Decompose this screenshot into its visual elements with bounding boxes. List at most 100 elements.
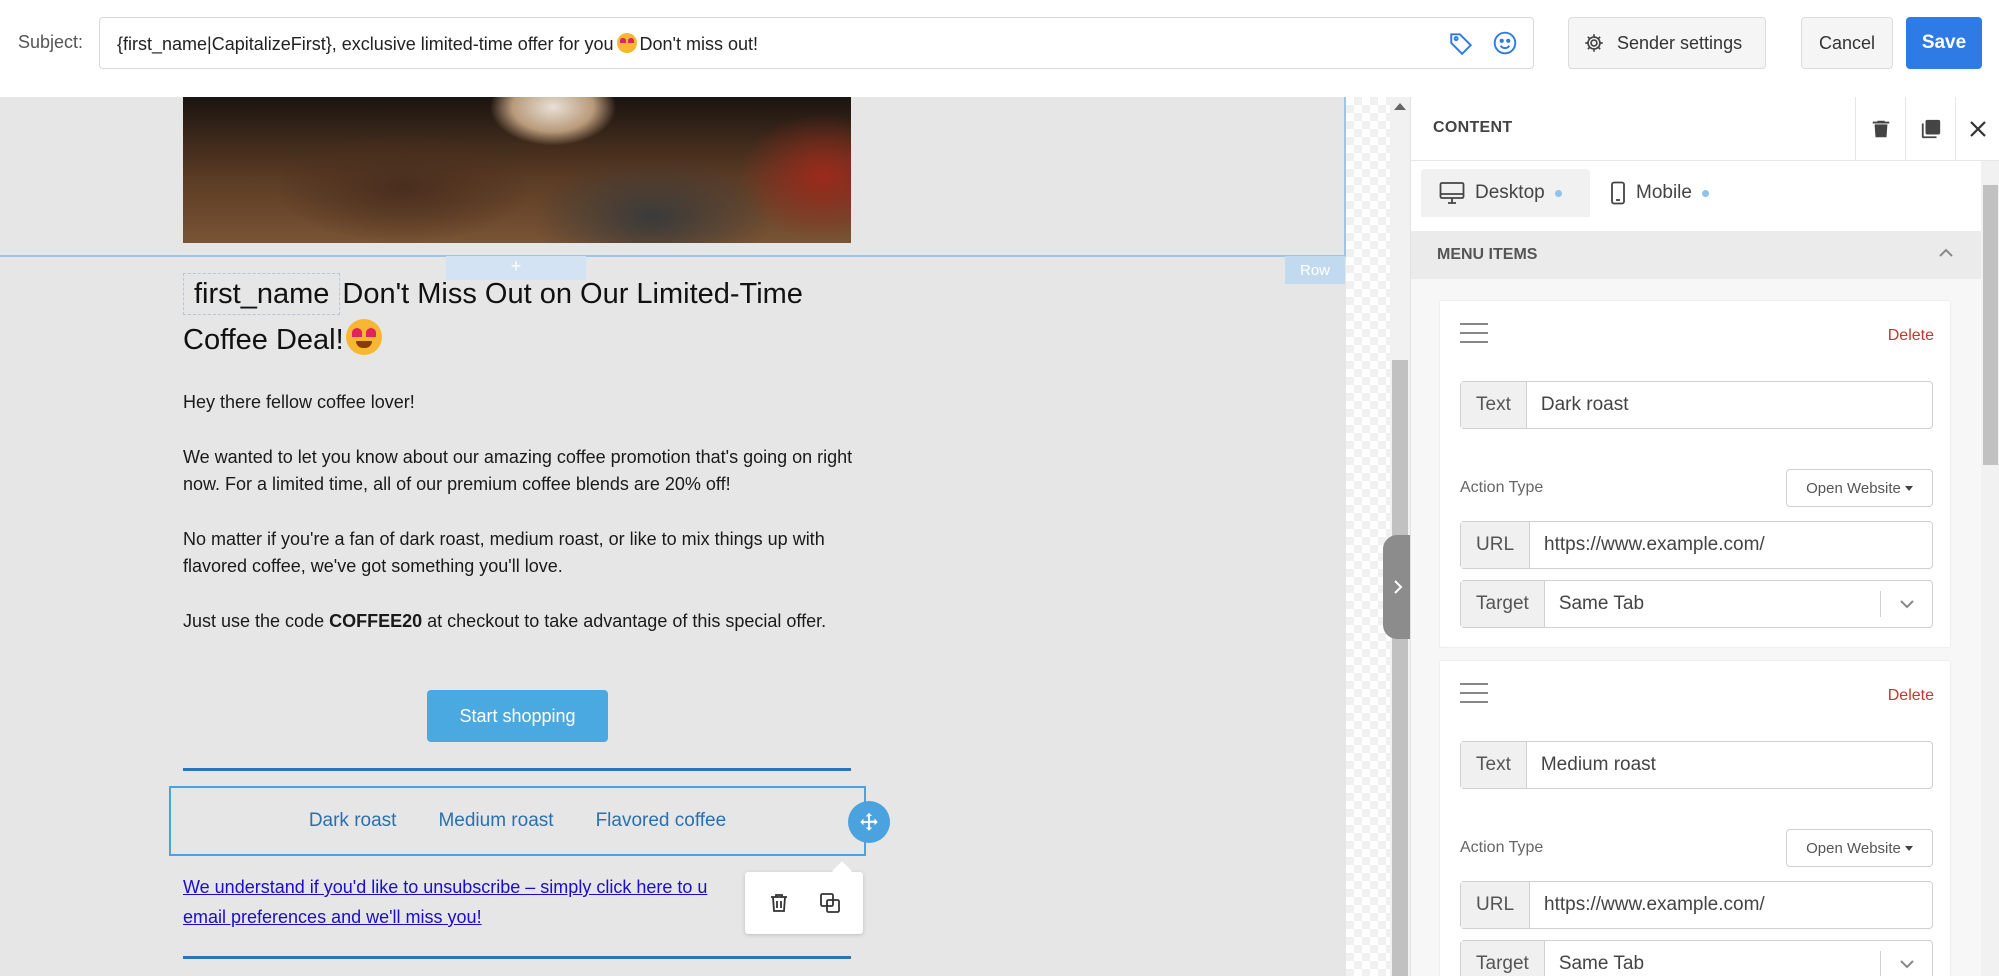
chevron-up-icon <box>1939 248 1953 257</box>
target-addon: Target <box>1461 941 1545 976</box>
close-panel-button[interactable] <box>1955 97 1999 161</box>
target-addon: Target <box>1461 581 1545 627</box>
properties-panel: CONTENT Desktop Mobile MENU ITEMS Delete <box>1410 97 1999 976</box>
cancel-button[interactable]: Cancel <box>1801 17 1893 69</box>
item-target-select[interactable]: Target Same Tab <box>1460 940 1933 976</box>
caret-down-icon <box>1904 485 1913 491</box>
tab-mobile[interactable]: Mobile <box>1592 169 1742 217</box>
merge-tag-icon[interactable] <box>1448 30 1474 56</box>
tab-desktop-label: Desktop <box>1475 182 1545 203</box>
subject-label: Subject: <box>18 32 84 52</box>
subject-value[interactable]: {first_name|CapitalizeFirst}, exclusive … <box>117 33 758 55</box>
greeting-text[interactable]: Hey there fellow coffee lover! <box>183 389 863 416</box>
item-target-value[interactable]: Same Tab <box>1545 941 1880 976</box>
item-target-select[interactable]: Target Same Tab <box>1460 580 1933 628</box>
item-url-value[interactable]: https://www.example.com/ <box>1530 882 1932 928</box>
url-addon: URL <box>1461 522 1531 568</box>
subject-text-start: {first_name|CapitalizeFirst}, exclusive … <box>117 34 614 54</box>
menu-item-card: Delete Text Medium roast Action Type Ope… <box>1439 660 1951 976</box>
item-text-field[interactable]: Text Medium roast <box>1460 741 1933 789</box>
divider[interactable] <box>183 956 851 959</box>
transparent-background <box>1346 97 1390 976</box>
item-url-field[interactable]: URL https://www.example.com/ <box>1460 881 1933 929</box>
duplicate-block-button[interactable] <box>1905 97 1955 161</box>
trash-icon[interactable] <box>767 891 791 915</box>
caret-down-icon <box>1904 845 1913 851</box>
action-type-select[interactable]: Open Website <box>1786 469 1933 507</box>
action-type-select[interactable]: Open Website <box>1786 829 1933 867</box>
menu-items-section-header[interactable]: MENU ITEMS <box>1411 231 1981 279</box>
status-dot <box>1554 189 1562 197</box>
scroll-up-arrow-icon[interactable] <box>1394 103 1406 110</box>
item-text-value[interactable]: Dark roast <box>1527 382 1932 428</box>
delete-block-button[interactable] <box>1855 97 1905 161</box>
star-struck-emoji-icon <box>616 33 637 53</box>
subject-input[interactable]: {first_name|CapitalizeFirst}, exclusive … <box>99 17 1534 69</box>
sender-settings-label: Sender settings <box>1617 32 1743 53</box>
code-text-start: Just use the code <box>183 611 325 631</box>
panel-header: CONTENT <box>1411 97 1999 161</box>
promo-paragraph[interactable]: We wanted to let you know about our amaz… <box>183 444 863 498</box>
email-headline[interactable]: first_name Don't Miss Out on Our Limited-… <box>183 271 873 363</box>
code-text-end: at checkout to take advantage of this sp… <box>427 611 827 631</box>
unsubscribe-line-2: email preferences and we'll miss you! <box>183 907 482 927</box>
block-actions-toolbar <box>745 872 863 934</box>
emoji-picker-icon[interactable] <box>1492 30 1518 56</box>
promo-code: COFFEE20 <box>329 611 423 631</box>
drag-handle-icon[interactable] <box>1460 683 1488 710</box>
star-struck-emoji-icon <box>345 319 382 355</box>
text-addon: Text <box>1461 382 1527 428</box>
chevron-down-icon[interactable] <box>1880 951 1932 976</box>
menu-block[interactable]: Dark roast Medium roast Flavored coffee <box>169 786 866 856</box>
tab-mobile-label: Mobile <box>1636 182 1692 203</box>
drag-handle-icon[interactable] <box>1460 323 1488 350</box>
text-addon: Text <box>1461 742 1527 788</box>
action-type-value: Open Website <box>1806 839 1901 857</box>
save-button[interactable]: Save <box>1906 17 1982 69</box>
move-icon[interactable] <box>848 801 890 843</box>
action-type-label: Action Type <box>1460 479 1544 496</box>
item-url-field[interactable]: URL https://www.example.com/ <box>1460 521 1933 569</box>
action-type-value: Open Website <box>1806 479 1901 497</box>
status-dot <box>1701 189 1709 197</box>
divider[interactable] <box>183 768 851 771</box>
canvas-scrollbar-thumb[interactable] <box>1392 360 1408 976</box>
item-url-value[interactable]: https://www.example.com/ <box>1530 522 1932 568</box>
sender-settings-button[interactable]: Sender settings <box>1568 17 1766 69</box>
item-target-value[interactable]: Same Tab <box>1545 581 1880 627</box>
merge-tag-first-name[interactable]: first_name <box>183 273 341 315</box>
item-text-value[interactable]: Medium roast <box>1527 742 1932 788</box>
selected-row-outline <box>0 97 1346 257</box>
unsubscribe-link[interactable]: We understand if you'd like to unsubscri… <box>183 872 823 932</box>
panel-title: CONTENT <box>1433 119 1513 136</box>
phone-icon <box>1611 181 1625 205</box>
unsubscribe-line-1: We understand if you'd like to unsubscri… <box>183 877 708 897</box>
delete-item-button[interactable]: Delete <box>1888 327 1934 345</box>
menu-link-flavored-coffee[interactable]: Flavored coffee <box>596 810 727 832</box>
code-paragraph[interactable]: Just use the code COFFEE20 at checkout t… <box>183 608 863 635</box>
menu-link-dark-roast[interactable]: Dark roast <box>309 810 397 832</box>
start-shopping-button[interactable]: Start shopping <box>427 690 608 742</box>
row-label[interactable]: Row <box>1285 256 1345 284</box>
item-text-field[interactable]: Text Dark roast <box>1460 381 1933 429</box>
panel-scrollbar-thumb[interactable] <box>1983 185 1998 465</box>
device-tabs: Desktop Mobile <box>1411 161 1981 217</box>
duplicate-icon <box>1921 119 1940 139</box>
email-canvas: Row + first_name Don't Miss Out on Our Li… <box>0 97 1346 976</box>
roast-paragraph[interactable]: No matter if you're a fan of dark roast,… <box>183 526 863 580</box>
action-type-label: Action Type <box>1460 839 1544 856</box>
delete-item-button[interactable]: Delete <box>1888 687 1934 705</box>
subject-toolbar: Subject: {first_name|CapitalizeFirst}, e… <box>0 0 1999 97</box>
url-addon: URL <box>1461 882 1531 928</box>
duplicate-icon[interactable] <box>818 891 842 915</box>
tab-desktop[interactable]: Desktop <box>1421 169 1590 217</box>
monitor-icon <box>1439 182 1465 204</box>
chevron-right-icon <box>1394 580 1403 594</box>
collapse-panel-button[interactable] <box>1383 535 1413 639</box>
trash-icon <box>1872 120 1889 138</box>
chevron-down-icon[interactable] <box>1880 591 1932 617</box>
section-title: MENU ITEMS <box>1437 246 1538 263</box>
subject-text-end: Don't miss out! <box>639 34 759 54</box>
menu-link-medium-roast[interactable]: Medium roast <box>438 810 553 832</box>
menu-item-card: Delete Text Dark roast Action Type Open … <box>1439 300 1951 648</box>
